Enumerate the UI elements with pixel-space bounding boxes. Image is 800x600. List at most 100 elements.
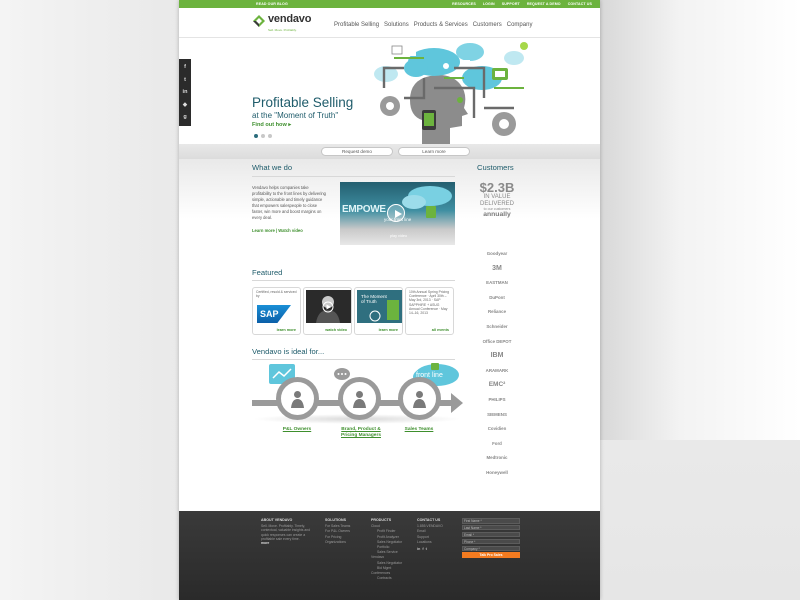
footer-products: PRODUCTS Cloud Profit Finder Profit Anal… xyxy=(371,518,402,581)
last-name-field[interactable]: Last Name * xyxy=(462,524,520,531)
managers-link[interactable]: Brand, Product & Pricing Managers xyxy=(335,427,387,439)
learn-more-button[interactable]: Learn more xyxy=(398,147,470,156)
moment-thumb-title: The Moment of Truth xyxy=(361,294,387,304)
featured-card-sap[interactable]: Certified, resold & serviced by SAP lear… xyxy=(252,287,301,335)
what-we-do-heading: What we do xyxy=(252,163,293,172)
events-text: 10th Annual Spring Pricing Conference · … xyxy=(409,290,449,316)
footer-about-more[interactable]: more xyxy=(261,541,311,546)
request-demo-link[interactable]: REQUEST A DEMO xyxy=(527,2,561,6)
facebook-icon[interactable]: f xyxy=(184,61,186,74)
stat-annually: annually xyxy=(483,211,511,218)
customer-logo: Office DEPOT xyxy=(482,338,512,344)
company-field[interactable]: Company * xyxy=(462,545,520,552)
twitter-icon[interactable]: t xyxy=(184,74,186,87)
main-content: What we do Vendavo helps companies take … xyxy=(179,159,600,504)
footer-about: ABOUT VENDAVO Sell. Move. Profitably. Ti… xyxy=(261,518,311,546)
social-share-bar: f t in ◆ g xyxy=(179,59,191,126)
footer-solutions: SOLUTIONS For Sales Teams For P&L Owners… xyxy=(325,518,350,545)
customer-value-stat: $2.3B IN VALUE DELIVERED to our customer… xyxy=(475,181,519,218)
support-link[interactable]: SUPPORT xyxy=(502,2,520,6)
footer-contact: CONTACT US 1.855.VENDAVO Email Support L… xyxy=(417,518,443,552)
vendavo-logo[interactable]: vendavo Sell. Move. Profitably. xyxy=(252,13,312,32)
customer-logo: Honeywell xyxy=(486,469,508,475)
carousel-dot-3[interactable] xyxy=(268,134,272,138)
video-player[interactable]: EMPOWE your front line play video xyxy=(340,182,455,245)
footer-about-text: Sell. Move. Profitably. Timely, contextu… xyxy=(261,524,311,541)
persona-ring-sales-teams[interactable] xyxy=(398,377,441,420)
hero-find-out-link[interactable]: Find out how ▸ xyxy=(252,122,291,128)
featured-card-video[interactable]: watch video xyxy=(303,287,352,335)
footer-social-icons: in f t xyxy=(417,547,443,552)
customer-logo: ARAMARK xyxy=(485,367,509,373)
phone-field[interactable]: Phone * xyxy=(462,538,520,545)
hero-cloud-illustration xyxy=(374,42,528,144)
persona-ring-pl-owners[interactable] xyxy=(276,377,319,420)
nav-customers[interactable]: Customers xyxy=(473,22,502,28)
linkedin-icon[interactable]: in xyxy=(417,547,420,552)
sales-teams-link[interactable]: Sales Teams xyxy=(401,427,437,433)
site-footer: ABOUT VENDAVO Sell. Move. Profitably. Ti… xyxy=(179,511,600,600)
talk-to-sales-button[interactable]: Talk Pro Sales xyxy=(462,552,520,559)
featured-card-link[interactable]: watch video xyxy=(325,328,347,332)
footer-about-heading: ABOUT VENDAVO xyxy=(261,518,293,522)
google-plus-icon[interactable]: g xyxy=(183,111,186,124)
customer-logo: Goodyear xyxy=(486,251,508,256)
logo-wordmark: vendavo xyxy=(268,13,312,25)
nav-products-services[interactable]: Products & Services xyxy=(414,22,468,28)
footer-solutions-heading: SOLUTIONS xyxy=(325,518,346,522)
play-video-label[interactable]: play video xyxy=(390,234,407,238)
login-link[interactable]: LOGIN xyxy=(483,2,495,6)
play-icon[interactable] xyxy=(387,204,405,222)
pl-owners-link[interactable]: P&L Owners xyxy=(277,427,317,433)
featured-card-text: Certified, resold & serviced by xyxy=(256,290,297,299)
video-headline: EMPOWE xyxy=(342,204,386,215)
nav-profitable-selling[interactable]: Profitable Selling xyxy=(334,22,379,28)
first-name-field[interactable]: First Name * xyxy=(462,518,520,524)
nav-solutions[interactable]: Solutions xyxy=(384,22,409,28)
footer-link[interactable]: For P&L Owners xyxy=(325,529,350,534)
nav-company[interactable]: Company xyxy=(507,22,533,28)
hero-subtitle: at the "Moment of Truth" xyxy=(252,111,339,120)
what-we-do-text: Vendavo helps companies take profitabili… xyxy=(252,185,326,220)
email-field[interactable]: Email * xyxy=(462,531,520,538)
customer-logo: Covidien xyxy=(487,426,507,432)
featured-card-events[interactable]: 10th Annual Spring Pricing Conference · … xyxy=(405,287,454,335)
share-icon[interactable]: ◆ xyxy=(183,99,187,112)
customer-logo-list: Goodyear 3M EASTMAN DuPont Reliance Schn… xyxy=(475,247,519,481)
contact-us-link[interactable]: CONTACT US xyxy=(568,2,592,6)
footer-link[interactable]: Locations xyxy=(417,540,443,545)
customer-logo: EMC² xyxy=(488,381,506,389)
web-page: READ OUR BLOG RESOURCES LOGIN SUPPORT RE… xyxy=(179,0,600,600)
customer-logo: Schneider xyxy=(486,323,508,329)
linkedin-icon[interactable]: in xyxy=(183,86,188,99)
logo-tagline: Sell. Move. Profitably. xyxy=(268,28,297,32)
featured-card-link[interactable]: learn more xyxy=(379,328,398,332)
customer-logo: Ford xyxy=(492,440,502,446)
twitter-icon[interactable]: t xyxy=(426,547,427,552)
facebook-icon[interactable]: f xyxy=(422,547,423,552)
cta-band: Request demo Learn more xyxy=(179,144,600,159)
featured-card-moment[interactable]: The Moment of Truth learn more xyxy=(354,287,403,335)
person-icon xyxy=(353,391,366,408)
footer-link[interactable]: Contracts xyxy=(371,576,402,581)
footer-contact-form: First Name * Last Name * Email * Phone *… xyxy=(462,518,520,559)
footer-products-heading: PRODUCTS xyxy=(371,518,392,522)
ideal-timeline-arrow xyxy=(451,393,463,413)
blog-link[interactable]: READ OUR BLOG xyxy=(256,2,288,6)
featured-card-link[interactable]: all events xyxy=(432,328,449,332)
carousel-dot-2[interactable] xyxy=(261,134,265,138)
ideal-for-heading: Vendavo is ideal for... xyxy=(252,347,325,356)
footer-link[interactable]: Organizations xyxy=(325,540,350,545)
footer-contact-heading: CONTACT US xyxy=(417,518,441,522)
logo-diamond-icon xyxy=(253,15,265,27)
resources-link[interactable]: RESOURCES xyxy=(452,2,476,6)
hero-banner: f t in ◆ g Profitable Selling at the "Mo… xyxy=(179,38,600,144)
persona-ring-managers[interactable] xyxy=(338,377,381,420)
backdrop-right xyxy=(600,0,800,440)
request-demo-button[interactable]: Request demo xyxy=(321,147,393,156)
carousel-dot-1[interactable] xyxy=(254,134,258,138)
featured-card-link[interactable]: learn more xyxy=(277,328,296,332)
what-we-do-links[interactable]: Learn more | Watch video xyxy=(252,228,303,233)
video-cloud-art xyxy=(402,186,452,218)
featured-heading: Featured xyxy=(252,268,283,277)
